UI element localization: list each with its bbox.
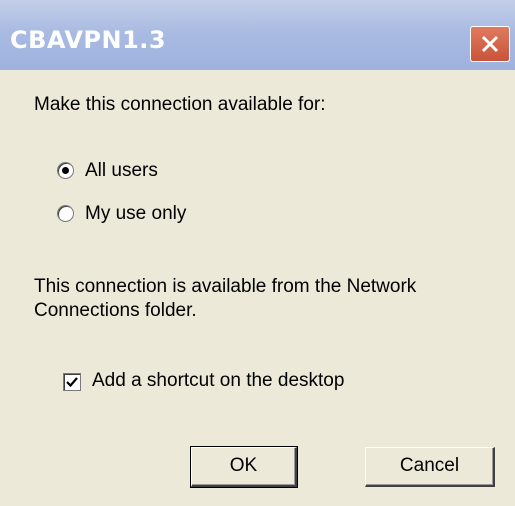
checkmark-icon	[66, 377, 78, 388]
availability-prompt: Make this connection available for:	[34, 94, 326, 115]
shortcut-checkbox-label[interactable]: Add a shortcut on the desktop	[92, 370, 344, 392]
info-text-line1: This connection is available from the Ne…	[34, 276, 417, 297]
info-text-line2: Connections folder.	[34, 300, 197, 321]
title-bar[interactable]: CBAVPN1.3	[0, 0, 515, 70]
dialog-title: CBAVPN1.3	[10, 26, 167, 54]
close-icon	[481, 35, 499, 53]
radio-my-use-only[interactable]	[57, 205, 74, 222]
dialog-window: CBAVPN1.3 Make this connection available…	[0, 0, 515, 506]
radio-all-users-label[interactable]: All users	[85, 160, 158, 182]
ok-button[interactable]: OK	[190, 446, 298, 488]
radio-my-use-only-label[interactable]: My use only	[85, 203, 186, 225]
cancel-button[interactable]: Cancel	[365, 447, 495, 487]
close-button[interactable]	[470, 26, 510, 62]
radio-selected-dot	[62, 167, 69, 174]
shortcut-checkbox[interactable]	[63, 373, 81, 391]
radio-all-users[interactable]	[57, 162, 74, 179]
